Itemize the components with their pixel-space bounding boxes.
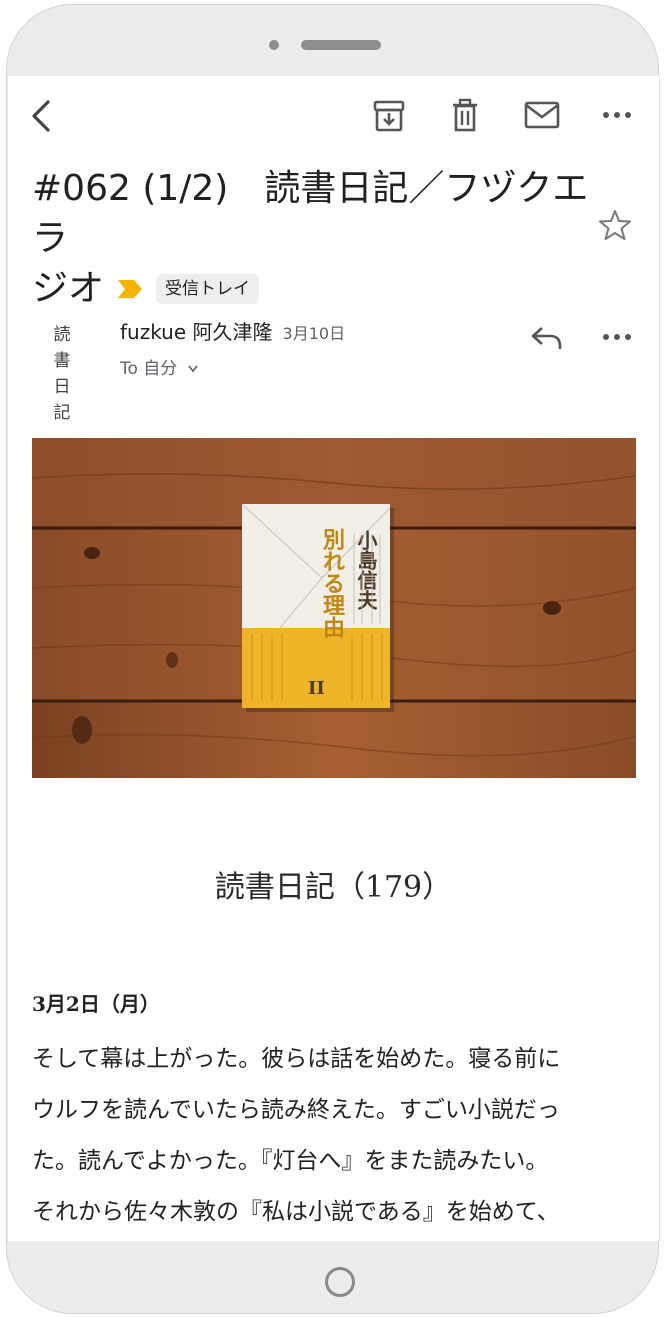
camera-dot — [269, 40, 279, 50]
envelope-icon[interactable] — [524, 101, 560, 129]
home-button[interactable] — [325, 1267, 355, 1297]
book-photo: 別れる理由 小島信夫 II — [32, 438, 636, 778]
body-line: そして幕は上がった。彼らは話を始めた。寝る前に — [32, 1046, 561, 1072]
email-subject: #062 (1/2) 読書日記／フヅクエラ ジオ 受信トレイ — [32, 164, 592, 314]
entry-date: 3月2日（月） — [32, 992, 160, 1016]
chevron-down-icon — [188, 365, 198, 373]
inbox-label-badge[interactable]: 受信トレイ — [156, 274, 260, 304]
article-heading: 読書日記（179） — [214, 870, 453, 905]
recipient-toggle[interactable]: To 自分 — [120, 354, 199, 379]
subject-line-1: #062 (1/2) 読書日記／フヅクエラ — [32, 168, 589, 259]
sender-avatar[interactable]: 読 書 日 記 — [38, 322, 92, 426]
star-icon[interactable] — [598, 208, 632, 242]
email-date: 3月10日 — [282, 324, 346, 343]
book-volume: II — [308, 678, 325, 699]
sender-row[interactable]: fuzkue 阿久津隆 3月10日 — [120, 316, 345, 345]
body-line: た。読んでよかった。『灯台へ』をまた読みたい。 — [32, 1148, 549, 1174]
arrow-left-icon[interactable] — [26, 98, 56, 134]
more-horizontal-icon[interactable] — [602, 110, 632, 120]
book-title: 別れる理由 — [319, 528, 345, 638]
subject-line-2: ジオ — [32, 268, 105, 309]
trash-icon[interactable] — [450, 98, 480, 134]
speaker-grille — [301, 40, 381, 50]
book-author: 小島信夫 — [354, 530, 378, 611]
body-line: それから佐々木敦の『私は小説である』を始めて、 — [32, 1199, 560, 1225]
book-cover: 別れる理由 小島信夫 II — [241, 503, 394, 712]
body-line: ウルフを読んでいたら読み終えた。すごい小説だっ — [32, 1097, 560, 1123]
reply-icon[interactable] — [530, 324, 564, 352]
recipient-text: To 自分 — [120, 359, 178, 379]
article-body: そして幕は上がった。彼らは話を始めた。寝る前に ウルフを読んでいたら読み終えた。… — [32, 1034, 642, 1238]
more-horizontal-icon[interactable] — [602, 332, 632, 342]
label-importance-icon — [118, 280, 143, 298]
sender-name: fuzkue 阿久津隆 — [120, 320, 273, 344]
email-screen: #062 (1/2) 読書日記／フヅクエラ ジオ 受信トレイ 読 書 日 記 f… — [7, 76, 660, 1241]
archive-icon[interactable] — [372, 98, 406, 134]
